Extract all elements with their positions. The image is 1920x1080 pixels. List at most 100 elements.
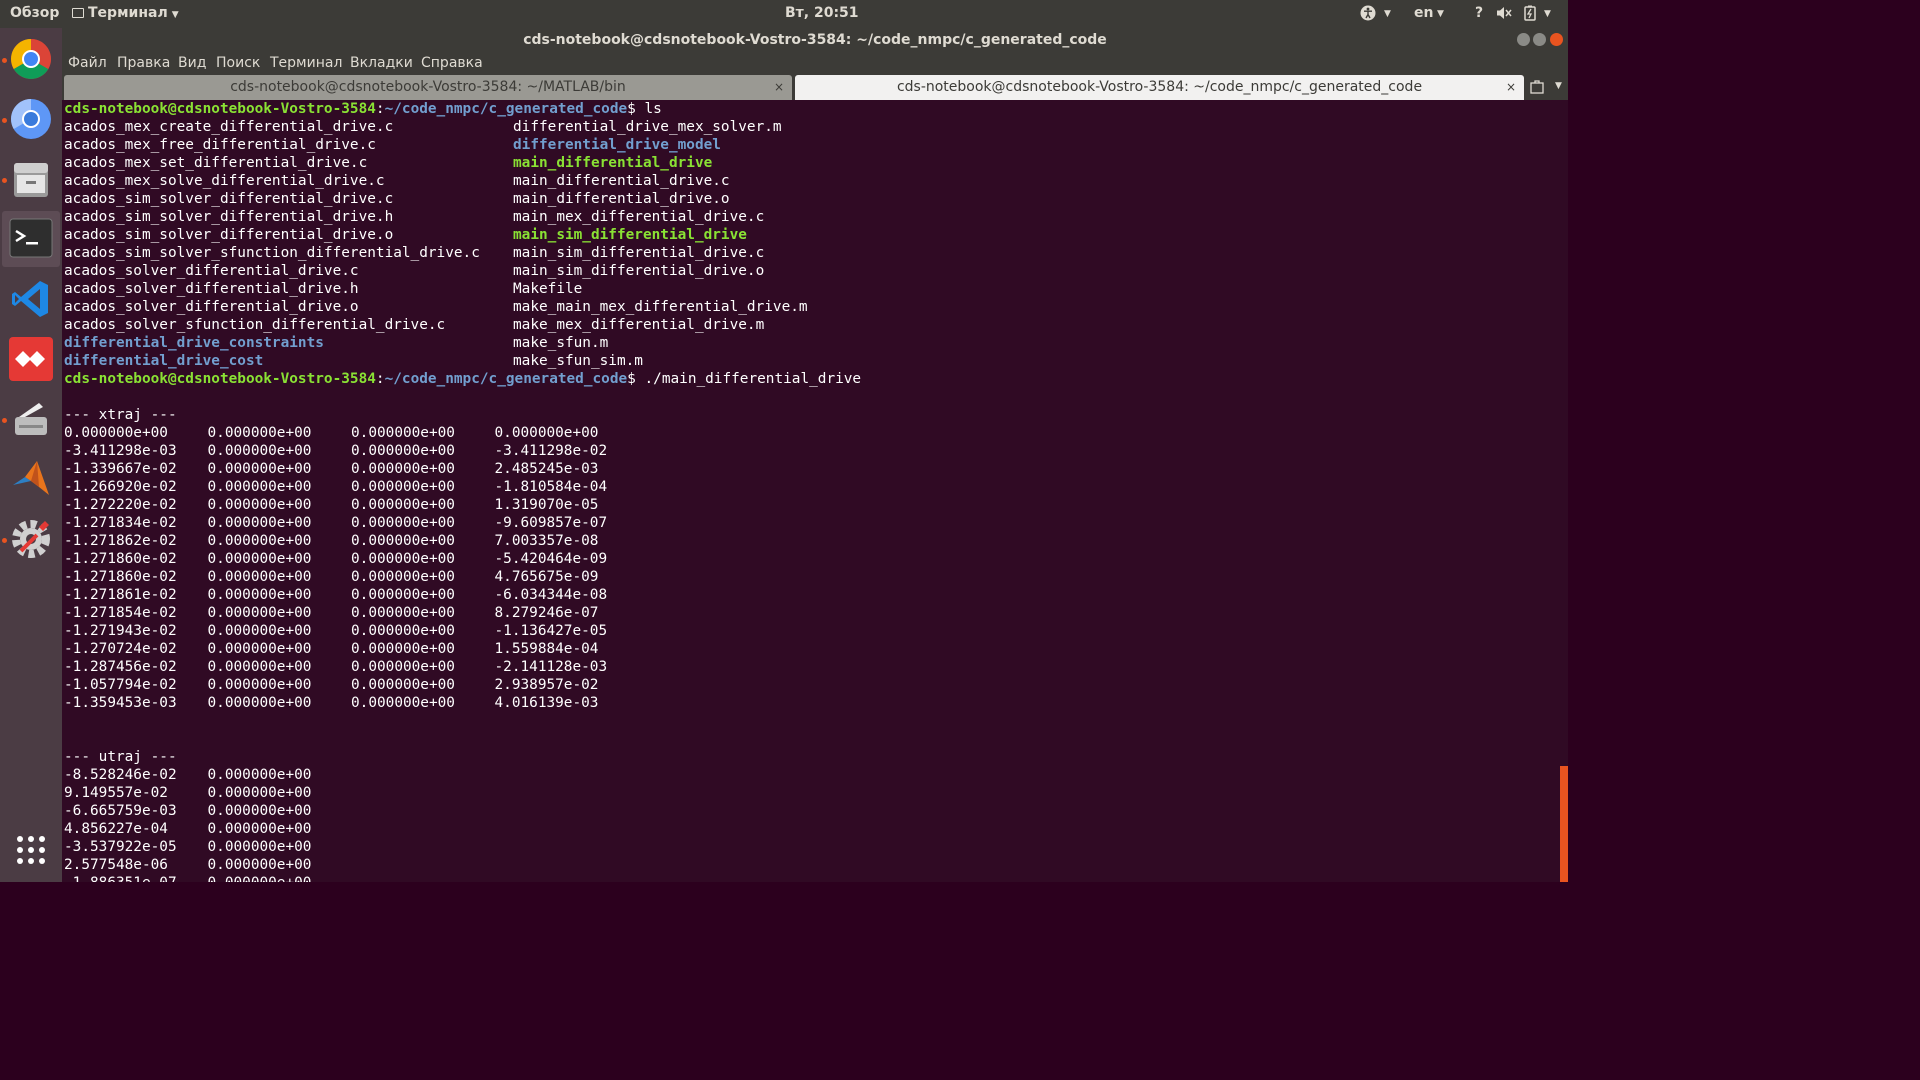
chromium-icon[interactable] <box>9 97 53 141</box>
scanner-icon[interactable] <box>9 397 53 441</box>
chevron-down-icon[interactable]: ▼ <box>1555 81 1562 91</box>
terminal-line: -1.271860e-02 0.000000e+00 0.000000e+00 4.7… <box>64 568 1562 586</box>
xtraj-value: 0.000000e+00 <box>351 695 455 711</box>
utraj-value: -3.537922e-05 <box>64 839 177 855</box>
terminal-line: 4.856227e-04 0.000000e+00 <box>64 820 1562 838</box>
xtraj-value: 0.000000e+00 <box>351 533 455 549</box>
ls-entry: main_differential_drive.o <box>513 191 730 207</box>
help-icon[interactable]: ? <box>1475 5 1483 21</box>
tab-c-generated-code[interactable]: cds-notebook@cdsnotebook-Vostro-3584: ~/… <box>795 75 1524 100</box>
maximize-icon[interactable] <box>1533 33 1546 46</box>
app-menu-label: Терминал <box>88 5 168 21</box>
running-indicator <box>2 418 7 423</box>
ls-entry: main_sim_differential_drive <box>513 227 747 243</box>
xtraj-value: 0.000000e+00 <box>351 659 455 675</box>
terminal-output[interactable]: cds-notebook@cdsnotebook-Vostro-3584:~/c… <box>62 100 1562 882</box>
tab-label: cds-notebook@cdsnotebook-Vostro-3584: ~/… <box>896 79 1423 95</box>
terminal-line: differential_drive_cost make_sfun_sim.m <box>64 352 1562 370</box>
ls-entry: main_sim_differential_drive.c <box>513 245 765 261</box>
menu-edit[interactable]: Правка <box>117 55 170 71</box>
minimize-icon[interactable] <box>1517 33 1530 46</box>
menu-view[interactable]: Вид <box>178 55 206 71</box>
chevron-down-icon: ▼ <box>1384 9 1391 19</box>
utraj-value: 0.000000e+00 <box>207 839 312 855</box>
battery-icon[interactable] <box>1524 5 1536 25</box>
ls-entry: make_sfun_sim.m <box>513 353 643 369</box>
terminal-line: -6.665759e-03 0.000000e+00 <box>64 802 1562 820</box>
terminal-line: 0.000000e+00 0.000000e+00 0.000000e+00 0.00… <box>64 424 1562 442</box>
matlab-icon[interactable] <box>9 457 53 501</box>
terminal-line: -3.537922e-05 0.000000e+00 <box>64 838 1562 856</box>
terminal-line: 9.149557e-02 0.000000e+00 <box>64 784 1562 802</box>
anydesk-icon[interactable] <box>9 337 53 381</box>
app-menu[interactable]: Терминал ▼ <box>72 5 179 21</box>
language-indicator[interactable]: en <box>1414 5 1433 21</box>
scrollbar-thumb[interactable] <box>1560 766 1568 882</box>
menu-help[interactable]: Справка <box>421 55 483 71</box>
xtraj-value: 2.938957e-02 <box>494 677 599 693</box>
prompt-user: cds-notebook@cdsnotebook-Vostro-3584 <box>64 101 376 117</box>
xtraj-value: 1.319070e-05 <box>494 497 599 513</box>
command: ls <box>644 101 662 117</box>
running-indicator <box>2 118 7 123</box>
xtraj-value: 0.000000e+00 <box>207 551 312 567</box>
utraj-value: 2.577548e-06 <box>64 857 168 873</box>
menu-tabs[interactable]: Вкладки <box>350 55 413 71</box>
menu-terminal[interactable]: Терминал <box>270 55 342 71</box>
running-indicator <box>2 538 7 543</box>
terminal-line: -1.271834e-02 0.000000e+00 0.000000e+00 -9.… <box>64 514 1562 532</box>
xtraj-value: -1.271854e-02 <box>64 605 177 621</box>
xtraj-value: -1.271943e-02 <box>64 623 177 639</box>
xtraj-value: 0.000000e+00 <box>494 425 599 441</box>
xtraj-value: 8.279246e-07 <box>494 605 599 621</box>
ls-entry: acados_mex_create_differential_drive.c <box>64 119 394 135</box>
vscode-icon[interactable] <box>9 277 53 321</box>
xtraj-value: 0.000000e+00 <box>351 641 455 657</box>
xtraj-value: 0.000000e+00 <box>207 695 312 711</box>
settings-icon[interactable] <box>9 517 53 561</box>
tab-bar: cds-notebook@cdsnotebook-Vostro-3584: ~/… <box>62 74 1568 100</box>
terminal-line: acados_solver_differential_drive.c main_s… <box>64 262 1562 280</box>
terminal-line: -1.270724e-02 0.000000e+00 0.000000e+00 1.5… <box>64 640 1562 658</box>
terminal-line: differential_drive_constraints make_sfun.… <box>64 334 1562 352</box>
terminal-line: acados_solver_differential_drive.h Makefi… <box>64 280 1562 298</box>
accessibility-icon[interactable] <box>1360 5 1376 25</box>
new-tab-icon[interactable] <box>1530 79 1544 98</box>
tab-matlab-bin[interactable]: cds-notebook@cdsnotebook-Vostro-3584: ~/… <box>64 75 792 100</box>
tab-close-icon[interactable]: × <box>774 75 784 100</box>
window-titlebar[interactable]: cds-notebook@cdsnotebook-Vostro-3584: ~/… <box>62 28 1568 52</box>
launcher-dock <box>0 28 62 882</box>
xtraj-value: 0.000000e+00 <box>351 479 455 495</box>
files-icon[interactable] <box>9 157 53 201</box>
scrollbar[interactable] <box>1560 100 1568 882</box>
utraj-value: 0.000000e+00 <box>207 767 312 783</box>
terminal-line: acados_solver_differential_drive.o make_m… <box>64 298 1562 316</box>
ls-entry: Makefile <box>513 281 583 297</box>
prompt-sep: : <box>375 371 385 387</box>
terminal-window: cds-notebook@cdsnotebook-Vostro-3584: ~/… <box>62 28 1568 882</box>
chrome-icon[interactable] <box>9 37 53 81</box>
prompt-dollar: $ <box>627 371 645 387</box>
apps-grid-icon[interactable] <box>9 828 53 872</box>
xtraj-value: 0.000000e+00 <box>207 497 312 513</box>
terminal-line: -1.271861e-02 0.000000e+00 0.000000e+00 -6.… <box>64 586 1562 604</box>
ls-entry: make_main_mex_differential_drive.m <box>513 299 808 315</box>
utraj-value: 0.000000e+00 <box>207 803 312 819</box>
activities-button[interactable]: Обзор <box>10 5 59 21</box>
terminal-line: -1.266920e-02 0.000000e+00 0.000000e+00 -1.… <box>64 478 1562 496</box>
ls-entry: make_mex_differential_drive.m <box>513 317 765 333</box>
xtraj-value: 4.016139e-03 <box>494 695 599 711</box>
menu-file[interactable]: Файл <box>68 55 107 71</box>
terminal-icon[interactable] <box>2 211 60 267</box>
clock[interactable]: Вт, 20:51 <box>785 5 859 21</box>
tab-close-icon[interactable]: × <box>1506 75 1516 100</box>
close-icon[interactable] <box>1550 33 1563 46</box>
top-panel: Обзор Терминал ▼ Вт, 20:51 ▼ en ▼ ? ▼ <box>0 0 1568 28</box>
volume-icon[interactable] <box>1495 5 1513 25</box>
xtraj-value: -1.810584e-04 <box>494 479 608 495</box>
xtraj-value: 0.000000e+00 <box>207 677 312 693</box>
xtraj-value: 0.000000e+00 <box>351 623 455 639</box>
menu-search[interactable]: Поиск <box>216 55 260 71</box>
